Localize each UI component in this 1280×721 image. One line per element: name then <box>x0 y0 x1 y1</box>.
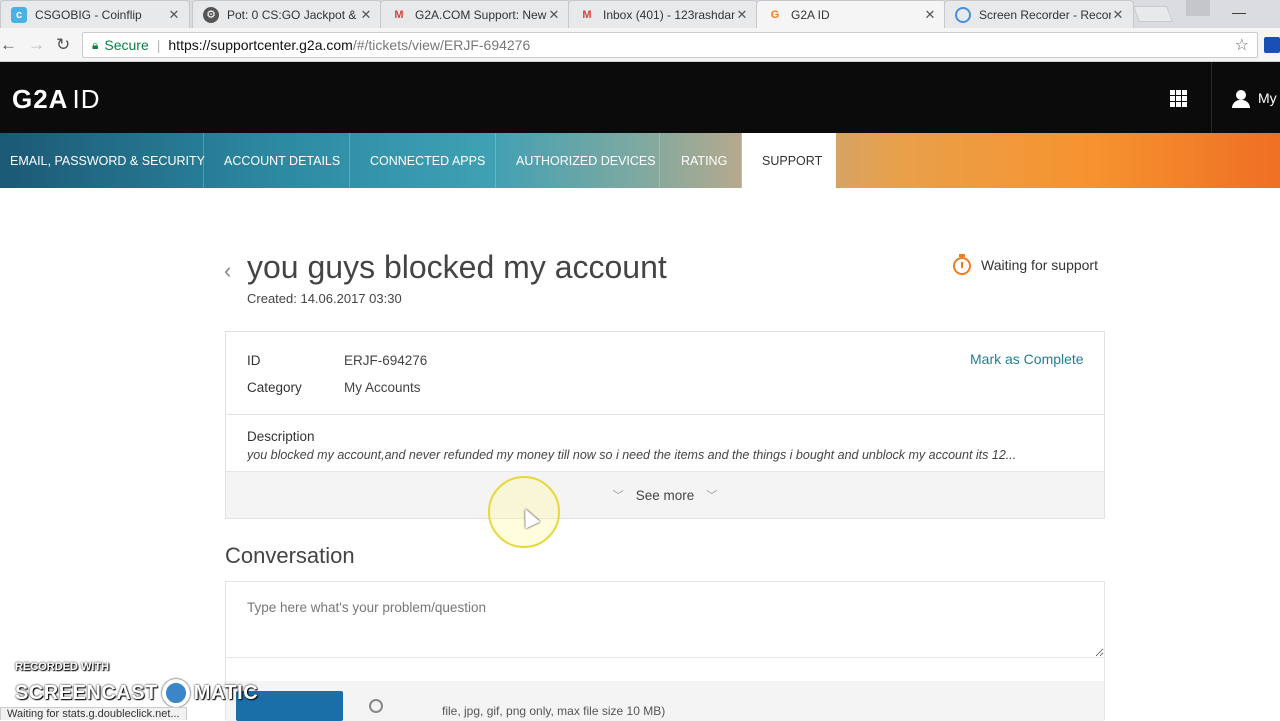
id-value: ERJF-694276 <box>344 353 428 368</box>
browser-tab-active[interactable]: G G2A ID ✕ <box>756 0 946 29</box>
conversation-footer: file, jpg, gif, png only, max file size … <box>226 681 1104 721</box>
screencast-o-icon <box>161 679 190 707</box>
logo-text: G2A <box>12 84 69 114</box>
attachment-icon[interactable] <box>369 699 383 713</box>
recorder-icon <box>955 6 971 23</box>
logo-suffix: ID <box>72 84 101 114</box>
apps-grid-icon[interactable] <box>1170 90 1187 107</box>
browser-tab[interactable]: Screen Recorder - Recor ✕ <box>944 0 1134 28</box>
close-tab-icon[interactable]: ✕ <box>1111 7 1125 23</box>
tab-title: Inbox (401) - 123rashdan <box>603 7 735 22</box>
minimize-icon[interactable]: — <box>1232 4 1246 20</box>
chevron-down-icon: ﹀ <box>612 490 624 502</box>
nav-email-password-security[interactable]: EMAIL, PASSWORD & SECURITY <box>0 133 205 188</box>
tab-title: Pot: 0 CS:GO Jackpot & <box>227 7 357 22</box>
browser-tab[interactable]: ⚙ Pot: 0 CS:GO Jackpot & ✕ <box>192 0 382 28</box>
ticket-title: you guys blocked my account <box>247 249 667 285</box>
site-header: G2A ID My <box>0 62 1280 133</box>
close-tab-icon[interactable]: ✕ <box>547 7 561 23</box>
file-hint: file, jpg, gif, png only, max file size … <box>442 704 666 718</box>
description-label: Description <box>247 429 315 444</box>
gmail-icon: M <box>394 8 404 21</box>
profile-button[interactable] <box>1186 0 1210 16</box>
g2a-icon: G <box>770 9 780 21</box>
description-text: you blocked my account,and never refunde… <box>247 448 1017 462</box>
back-icon[interactable]: ← <box>0 35 17 55</box>
status-text: Waiting for support <box>981 257 1098 273</box>
csgobig-icon: c <box>11 6 27 23</box>
conversation-title: Conversation <box>225 543 355 568</box>
forward-icon[interactable]: → <box>28 35 45 55</box>
user-menu-label[interactable]: My <box>1258 90 1277 106</box>
browser-status-bar: Waiting for stats.g.doubleclick.net... <box>0 707 187 720</box>
nav-support[interactable]: SUPPORT <box>742 133 836 188</box>
divider <box>226 414 1104 415</box>
url-separator: | <box>156 37 161 53</box>
see-more-label: See more <box>635 487 695 503</box>
address-bar-row: ← → ↻ 🔒︎ Secure | https://supportcenter.… <box>0 28 1280 62</box>
watermark-left: SCREENCAST <box>15 681 158 704</box>
bookmark-star-icon[interactable]: ☆ <box>1235 35 1249 55</box>
nav-authorized-devices[interactable]: AUTHORIZED DEVICES <box>496 133 660 188</box>
id-label: ID <box>247 353 261 368</box>
ticket-details-card: ID ERJF-694276 Category My Accounts Mark… <box>225 331 1105 519</box>
back-chevron-icon[interactable]: ‹ <box>224 258 231 284</box>
extension-icon[interactable] <box>1264 37 1280 53</box>
nav-rating[interactable]: RATING <box>660 133 742 188</box>
mark-as-complete-link[interactable]: Mark as Complete <box>970 351 1084 367</box>
message-input[interactable] <box>226 582 1104 658</box>
url-host: https://supportcenter.g2a.com <box>168 37 353 53</box>
close-tab-icon[interactable]: ✕ <box>735 7 749 23</box>
gmail-icon: M <box>582 8 592 21</box>
watermark-logo: SCREENCAST MATIC <box>15 679 258 707</box>
tab-title: G2A ID <box>791 8 830 22</box>
category-label: Category <box>247 380 302 395</box>
chevron-down-icon: ﹀ <box>706 490 718 502</box>
main-nav: EMAIL, PASSWORD & SECURITY ACCOUNT DETAI… <box>0 133 1280 188</box>
timer-icon <box>952 254 972 276</box>
jackpot-icon: ⚙ <box>203 6 219 23</box>
close-tab-icon[interactable]: ✕ <box>167 7 181 23</box>
g2a-logo[interactable]: G2A ID <box>12 84 100 115</box>
reload-icon[interactable]: ↻ <box>56 35 70 55</box>
lock-icon: 🔒︎ <box>92 37 99 52</box>
conversation-box: file, jpg, gif, png only, max file size … <box>225 581 1105 721</box>
tab-title: CSGOBIG - Coinflip <box>35 7 142 22</box>
browser-tab[interactable]: M Inbox (401) - 123rashdan ✕ <box>568 0 758 28</box>
see-more-button[interactable]: ﹀ See more ﹀ <box>226 471 1104 518</box>
new-tab-button[interactable] <box>1133 6 1173 22</box>
browser-tab-strip: c CSGOBIG - Coinflip ✕ ⚙ Pot: 0 CS:GO Ja… <box>0 0 1280 29</box>
watermark-small: RECORDED WITH <box>15 661 110 673</box>
nav-connected-apps[interactable]: CONNECTED APPS <box>350 133 496 188</box>
tab-title: G2A.COM Support: New <box>415 7 547 22</box>
tab-title: Screen Recorder - Recor <box>979 7 1111 22</box>
close-tab-icon[interactable]: ✕ <box>359 7 373 23</box>
nav-account-details[interactable]: ACCOUNT DETAILS <box>204 133 350 188</box>
ticket-status: Waiting for support <box>952 254 1098 276</box>
user-icon[interactable] <box>1232 90 1250 108</box>
browser-tab[interactable]: M G2A.COM Support: New ✕ <box>380 0 570 28</box>
url-input[interactable]: 🔒︎ Secure | https://supportcenter.g2a.co… <box>82 32 1258 58</box>
ticket-created-date: Created: 14.06.2017 03:30 <box>247 291 402 306</box>
header-divider <box>1211 62 1212 133</box>
browser-tab[interactable]: c CSGOBIG - Coinflip ✕ <box>0 0 190 28</box>
close-tab-icon[interactable]: ✕ <box>923 7 937 23</box>
watermark-right: MATIC <box>193 681 259 704</box>
category-value: My Accounts <box>344 380 421 395</box>
secure-label: Secure <box>104 37 149 53</box>
url-path: /#/tickets/view/ERJF-694276 <box>352 37 531 53</box>
